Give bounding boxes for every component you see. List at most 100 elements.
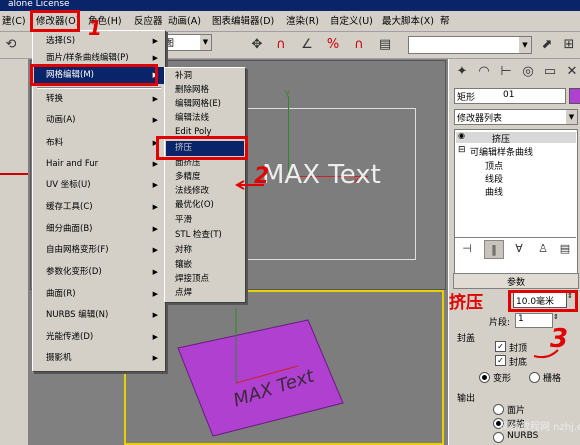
submenu-item-vertex-weld[interactable]: 焊接顶点 bbox=[166, 272, 244, 287]
menu-maxscript[interactable]: 最大脚本(X) bbox=[382, 15, 434, 28]
menu-customize[interactable]: 自定义(U) bbox=[330, 15, 373, 28]
make-unique-icon[interactable]: ∀ bbox=[510, 240, 528, 257]
menu-item-conversion[interactable]: 转换 ▶ bbox=[34, 91, 164, 108]
chevron-down-icon: ▼ bbox=[200, 35, 211, 50]
hierarchy-tab-icon[interactable]: ⊢ bbox=[497, 63, 515, 80]
menu-item-radiosity[interactable]: 光能传递(D) ▶ bbox=[34, 329, 164, 346]
stack-item-extrude[interactable]: ◉ 挤压 bbox=[456, 131, 576, 145]
menu-help[interactable]: 帮 bbox=[440, 15, 450, 28]
submenu-arrow-icon: ▶ bbox=[152, 333, 158, 341]
extruded-plane[interactable] bbox=[158, 308, 358, 443]
gizmo-y-label: y bbox=[285, 88, 290, 97]
create-tab-icon[interactable]: ✦ bbox=[453, 63, 471, 80]
expand-icon[interactable]: ⊟ bbox=[458, 145, 466, 155]
submenu-item-delete-mesh[interactable]: 删除网格 bbox=[166, 83, 244, 98]
submenu-arrow-icon: ▶ bbox=[152, 225, 158, 233]
capping-group-label: 封盖 bbox=[457, 334, 476, 344]
menu-item-animation[interactable]: 动画(A) ▶ bbox=[34, 112, 164, 129]
submenu-item-tessellate[interactable]: 镶嵌 bbox=[166, 258, 244, 273]
spinner-snap-icon[interactable]: ∩ bbox=[350, 36, 368, 53]
submenu-arrow-icon: ▶ bbox=[152, 311, 158, 319]
submenu-item-point-weld[interactable]: 点焊 bbox=[166, 286, 244, 301]
utilities-tab-icon[interactable]: ✕ bbox=[563, 63, 580, 80]
output-patch-label: 面片 bbox=[507, 406, 526, 416]
menu-separator bbox=[37, 87, 161, 89]
submenu-item-edit-mesh[interactable]: 编辑网格(E) bbox=[166, 97, 244, 112]
submenu-item-edit-normals[interactable]: 编辑法线 bbox=[166, 111, 244, 126]
menu-animation[interactable]: 动画(A) bbox=[168, 15, 201, 28]
parameters-rollout-header[interactable]: 参数 bbox=[453, 273, 579, 289]
window-title: alone License bbox=[8, 0, 70, 9]
pin-stack-icon[interactable]: ⊣ bbox=[458, 240, 476, 257]
undo-icon[interactable]: ⟲ bbox=[2, 36, 20, 53]
grid-radio[interactable] bbox=[529, 372, 540, 383]
snap-3d-icon[interactable]: ∩ bbox=[272, 36, 290, 53]
cap-end-checkbox[interactable]: ✓ bbox=[495, 355, 506, 366]
menu-create[interactable]: 建(C) bbox=[2, 15, 26, 28]
submenu-item-cap-holes[interactable]: 补洞 bbox=[166, 69, 244, 84]
light-bulb-icon[interactable]: ◉ bbox=[458, 131, 465, 140]
menu-item-surface[interactable]: 曲面(R) ▶ bbox=[34, 286, 164, 303]
submenu-arrow-icon: ▶ bbox=[152, 203, 158, 211]
menu-item-cameras[interactable]: 摄影机 ▶ bbox=[34, 350, 164, 367]
snap-icon[interactable]: ✥ bbox=[248, 36, 266, 53]
remove-modifier-icon[interactable]: ♙ bbox=[534, 240, 552, 257]
menu-item-free-form-deformers[interactable]: 自由网格变形(F) ▶ bbox=[34, 242, 164, 259]
submenu-arrow-icon: ▶ bbox=[152, 268, 158, 276]
modify-tab-icon[interactable]: ◠ bbox=[475, 63, 493, 80]
parameters-rollout-title: 参数 bbox=[506, 278, 525, 288]
annotation-box-amount bbox=[508, 290, 578, 312]
stack-item-editable-spline[interactable]: ⊟ 可编辑样条曲线 bbox=[456, 145, 576, 158]
modifier-stack[interactable]: ◉ 挤压 ⊟ 可编辑样条曲线 顶点 线段 曲线 bbox=[454, 129, 578, 281]
display-tab-icon[interactable]: ▭ bbox=[541, 63, 559, 80]
menu-item-hair-and-fur[interactable]: Hair and Fur ▶ bbox=[34, 156, 164, 173]
modifier-list-combo[interactable]: 修改器列表 ▼ bbox=[454, 109, 578, 125]
show-end-result-icon[interactable]: ‖ bbox=[484, 240, 504, 259]
segments-value: 1 bbox=[518, 314, 524, 324]
submenu-item-multires[interactable]: 多精度 bbox=[166, 170, 244, 185]
align-icon[interactable]: ⊞ bbox=[560, 36, 578, 53]
annotation-box-mesh-editing bbox=[30, 64, 158, 86]
cap-start-label: 封顶 bbox=[509, 344, 528, 354]
output-nurbs-radio[interactable] bbox=[493, 432, 504, 443]
cap-start-checkbox[interactable]: ✓ bbox=[495, 341, 506, 352]
annotation-box-modifiers-menu bbox=[30, 10, 80, 32]
menu-rendering[interactable]: 渲染(R) bbox=[286, 15, 319, 28]
stack-sub-segment[interactable]: 线段 bbox=[485, 172, 503, 185]
configure-modifier-sets-icon[interactable]: ▤ bbox=[556, 240, 574, 257]
segments-field[interactable]: 1 bbox=[515, 313, 553, 328]
submenu-arrow-icon: ▶ bbox=[152, 116, 158, 124]
menu-item-subdivision-surfaces[interactable]: 细分曲面(B) ▶ bbox=[34, 221, 164, 238]
named-selection-set-combo[interactable]: ▼ bbox=[408, 36, 532, 54]
edit-named-selection-icon[interactable]: ▤ bbox=[376, 36, 394, 53]
menu-graph-editors[interactable]: 图表编辑器(D) bbox=[212, 15, 274, 28]
stack-item-extrude-label: 挤压 bbox=[492, 135, 511, 145]
submenu-item-symmetry[interactable]: 对称 bbox=[166, 243, 244, 258]
percent-snap-icon[interactable]: % bbox=[324, 36, 342, 53]
mirror-icon[interactable]: ⬈ bbox=[538, 36, 556, 53]
menu-item-parametric-deformers[interactable]: 参数化变形(D) ▶ bbox=[34, 264, 164, 281]
stack-sub-spline[interactable]: 曲线 bbox=[485, 185, 503, 198]
submenu-arrow-icon: ▶ bbox=[152, 290, 158, 298]
stack-sub-vertex[interactable]: 顶点 bbox=[485, 159, 503, 172]
motion-tab-icon[interactable]: ◎ bbox=[519, 63, 537, 80]
submenu-arrow-icon: ▶ bbox=[152, 95, 158, 103]
menu-item-cloth[interactable]: 布料 ▶ bbox=[34, 135, 164, 152]
menu-reactor[interactable]: 反应器 bbox=[134, 15, 163, 28]
menu-item-uv-coordinates[interactable]: UV 坐标(U) ▶ bbox=[34, 177, 164, 194]
output-patch-radio[interactable] bbox=[493, 404, 504, 415]
submenu-item-optimize[interactable]: 最优化(O) bbox=[166, 198, 244, 213]
stack-toolbar: ⊣ ‖ ∀ ♙ ▤ bbox=[454, 237, 576, 259]
object-color-swatch[interactable] bbox=[569, 88, 580, 104]
submenu-item-smooth[interactable]: 平滑 bbox=[166, 213, 244, 228]
submenu-item-stl-check[interactable]: STL 检查(T) bbox=[166, 228, 244, 243]
object-name-field[interactable]: 矩形 01 bbox=[454, 88, 566, 104]
angle-snap-icon[interactable]: ∠ bbox=[298, 36, 316, 53]
menu-item-nurbs-editing[interactable]: NURBS 编辑(N) ▶ bbox=[34, 307, 164, 324]
segments-spinner-icon[interactable]: ⇕ bbox=[553, 313, 559, 321]
command-panel: ✦ ◠ ⊢ ◎ ▭ ✕ 矩形 01 修改器列表 ▼ ◉ 挤压 ⊟ 可编辑样条曲线… bbox=[448, 59, 580, 445]
morph-radio[interactable] bbox=[479, 372, 490, 383]
submenu-item-normal-modifier[interactable]: 法线修改 bbox=[166, 184, 244, 199]
menu-item-cache-tools[interactable]: 缓存工具(C) ▶ bbox=[34, 199, 164, 216]
text-object[interactable]: MAX Text bbox=[262, 160, 381, 190]
